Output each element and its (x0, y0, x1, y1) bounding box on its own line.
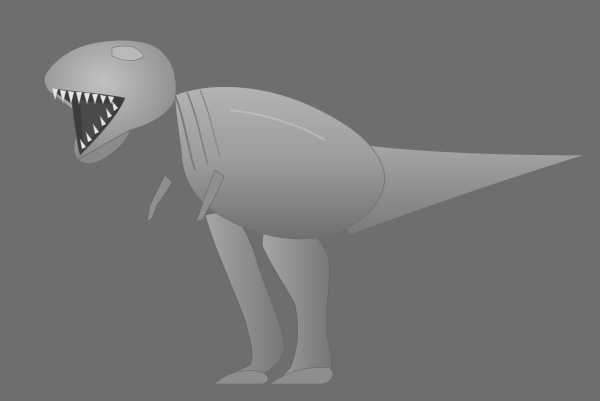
t-rex-model-icon[interactable] (0, 0, 600, 401)
3d-viewport[interactable] (0, 0, 600, 401)
left-arm (146, 174, 173, 223)
near-foot (269, 367, 334, 385)
far-foot (214, 370, 269, 385)
